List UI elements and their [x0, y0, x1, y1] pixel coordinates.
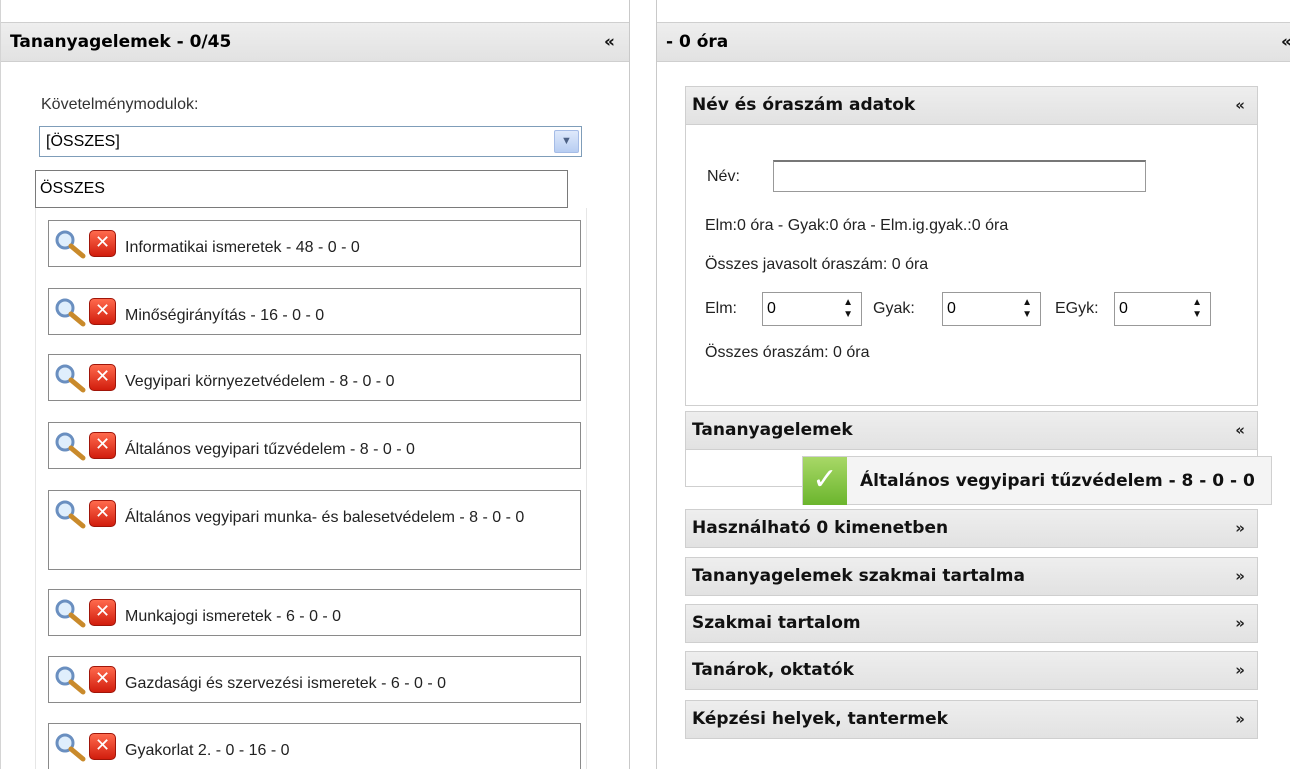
gyak-value: 0	[947, 300, 956, 317]
magnifier-icon[interactable]	[54, 297, 86, 327]
list-item[interactable]: ✕ Általános vegyipari tűzvédelem - 8 - 0…	[48, 422, 581, 469]
professional-content-of-lessons-header[interactable]: Tananyagelemek szakmai tartalma »	[685, 557, 1258, 596]
professional-content-header[interactable]: Szakmai tartalom »	[685, 604, 1258, 643]
lesson-elements-panel: Tananyagelemek - 0/45 « Követelménymodul…	[0, 0, 630, 769]
list-item[interactable]: ✕ Gyakorlat 2. - 0 - 16 - 0	[48, 723, 581, 769]
section-title: Használható 0 kimenetben	[692, 518, 949, 538]
collapse-icon[interactable]: «	[1235, 87, 1245, 124]
elm-value: 0	[767, 300, 776, 317]
module-select-value: [ÖSSZES]	[46, 133, 120, 150]
magnifier-icon[interactable]	[54, 363, 86, 393]
suggested-hours-text: Összes javasolt óraszám: 0 óra	[705, 256, 929, 273]
panel-title: Tananyagelemek - 0/45	[10, 32, 232, 52]
collapse-icon[interactable]: «	[1281, 23, 1290, 61]
spinner-arrows-icon[interactable]: ▲ ▼	[1192, 297, 1202, 321]
list-item-label: Vegyipari környezetvédelem - 8 - 0 - 0	[125, 373, 395, 390]
gyak-stepper[interactable]: 0 ▲ ▼	[942, 292, 1041, 326]
magnifier-icon[interactable]	[54, 499, 86, 529]
chevron-down-icon[interactable]: ▼	[554, 130, 579, 153]
list-item-label: Minőségirányítás - 16 - 0 - 0	[125, 307, 325, 324]
list-item[interactable]: ✕ Vegyipari környezetvédelem - 8 - 0 - 0	[48, 354, 581, 401]
module-select[interactable]: [ÖSSZES] ▼	[39, 126, 582, 157]
gyak-label: Gyak:	[873, 300, 915, 317]
name-hours-section-header[interactable]: Név és óraszám adatok «	[685, 86, 1258, 125]
elm-label: Elm:	[705, 300, 737, 317]
egyk-label: EGyk:	[1055, 300, 1099, 317]
module-filter-label: Követelménymodulok:	[41, 96, 199, 113]
magnifier-icon[interactable]	[54, 431, 86, 461]
name-field[interactable]	[773, 160, 1146, 192]
list-item[interactable]: ✕ Gazdasági és szervezési ismeretek - 6 …	[48, 656, 581, 703]
collapse-icon[interactable]: «	[604, 23, 615, 61]
list-item-label: Munkajogi ismeretek - 6 - 0 - 0	[125, 608, 342, 625]
list-item-label: Általános vegyipari tűzvédelem - 8 - 0 -…	[125, 441, 415, 458]
delete-icon[interactable]: ✕	[89, 733, 116, 760]
section-title: Név és óraszám adatok	[692, 95, 916, 115]
expand-icon[interactable]: »	[1235, 605, 1245, 642]
hours-breakdown-text: Elm:0 óra - Gyak:0 óra - Elm.ig.gyak.:0 …	[705, 217, 1009, 234]
course-detail-panel-header[interactable]: - 0 óra «	[657, 22, 1290, 62]
drag-tooltip-text: Általános vegyipari tűzvédelem - 8 - 0 -…	[860, 471, 1255, 491]
expand-icon[interactable]: »	[1235, 558, 1245, 595]
section-title: Tananyagelemek szakmai tartalma	[692, 566, 1025, 586]
expand-icon[interactable]: »	[1235, 510, 1245, 547]
lessons-section-header[interactable]: Tananyagelemek «	[685, 411, 1258, 450]
list-item[interactable]: ✕ Minőségirányítás - 16 - 0 - 0	[48, 288, 581, 335]
list-item[interactable]: ✕ Informatikai ismeretek - 48 - 0 - 0	[48, 220, 581, 267]
list-item-label: Gazdasági és szervezési ismeretek - 6 - …	[125, 675, 447, 692]
training-locations-header[interactable]: Képzési helyek, tantermek »	[685, 700, 1258, 739]
expand-icon[interactable]: »	[1235, 652, 1245, 689]
teachers-section-header[interactable]: Tanárok, oktatók »	[685, 651, 1258, 690]
list-item[interactable]: ✕ Munkajogi ismeretek - 6 - 0 - 0	[48, 589, 581, 636]
expand-icon[interactable]: »	[1235, 701, 1245, 738]
delete-icon[interactable]: ✕	[89, 666, 116, 693]
delete-icon[interactable]: ✕	[89, 599, 116, 626]
magnifier-icon[interactable]	[54, 598, 86, 628]
panel-title: - 0 óra	[666, 32, 729, 52]
spinner-arrows-icon[interactable]: ▲ ▼	[843, 297, 853, 321]
lesson-items-list: ✕ Informatikai ismeretek - 48 - 0 - 0 ✕ …	[35, 208, 587, 769]
section-title: Szakmai tartalom	[692, 613, 861, 633]
egyk-value: 0	[1119, 300, 1128, 317]
delete-icon[interactable]: ✕	[89, 500, 116, 527]
filter-input[interactable]: ÖSSZES	[35, 170, 568, 208]
delete-icon[interactable]: ✕	[89, 432, 116, 459]
delete-icon[interactable]: ✕	[89, 298, 116, 325]
magnifier-icon[interactable]	[54, 665, 86, 695]
egyk-stepper[interactable]: 0 ▲ ▼	[1114, 292, 1211, 326]
list-item-label: Gyakorlat 2. - 0 - 16 - 0	[125, 742, 290, 759]
drag-tooltip: ✓ Általános vegyipari tűzvédelem - 8 - 0…	[802, 456, 1272, 505]
delete-icon[interactable]: ✕	[89, 230, 116, 257]
list-item-label: Általános vegyipari munka- és balesetvéd…	[125, 509, 525, 526]
total-hours-text: Összes óraszám: 0 óra	[705, 344, 870, 361]
section-title: Tananyagelemek	[692, 420, 853, 440]
elm-stepper[interactable]: 0 ▲ ▼	[762, 292, 862, 326]
outputs-section-header[interactable]: Használható 0 kimenetben »	[685, 509, 1258, 548]
collapse-icon[interactable]: «	[1235, 412, 1245, 449]
list-item-label: Informatikai ismeretek - 48 - 0 - 0	[125, 239, 360, 256]
lesson-elements-panel-header[interactable]: Tananyagelemek - 0/45 «	[1, 22, 629, 62]
section-title: Képzési helyek, tantermek	[692, 709, 948, 729]
section-title: Tanárok, oktatók	[692, 660, 854, 680]
list-item[interactable]: ✕ Általános vegyipari munka- és balesetv…	[48, 490, 581, 570]
magnifier-icon[interactable]	[54, 229, 86, 259]
spinner-arrows-icon[interactable]: ▲ ▼	[1022, 297, 1032, 321]
magnifier-icon[interactable]	[54, 732, 86, 762]
course-detail-panel: - 0 óra « Név és óraszám adatok « Név: E…	[656, 0, 1290, 769]
delete-icon[interactable]: ✕	[89, 364, 116, 391]
name-label: Név:	[707, 168, 740, 185]
checkmark-icon: ✓	[803, 457, 847, 505]
